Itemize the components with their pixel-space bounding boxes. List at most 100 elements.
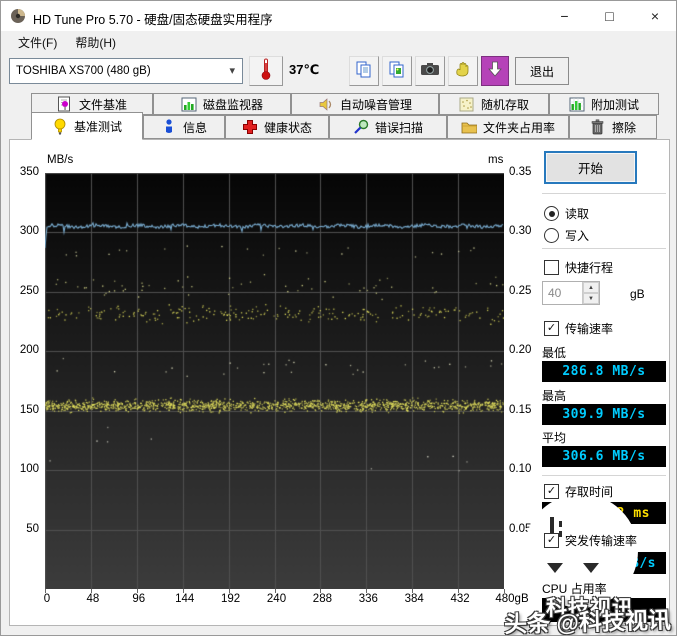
- app-icon: [10, 8, 26, 24]
- tab-label: 基准测试: [73, 119, 122, 134]
- max-value-display: 309.9 MB/s: [542, 404, 666, 425]
- menu-file[interactable]: 文件(F): [9, 31, 66, 54]
- close-button[interactable]: ×: [632, 1, 676, 31]
- y-right-tick: 0.25: [509, 284, 532, 297]
- tab-label: 自动噪音管理: [339, 97, 412, 112]
- info-icon: [161, 119, 177, 135]
- min-label: 最低: [542, 346, 567, 360]
- hand-icon: [454, 60, 472, 83]
- checkbox-unchecked-icon: [544, 260, 559, 275]
- folder-icon: [461, 119, 477, 135]
- y-right-tick: 0.10: [509, 463, 532, 476]
- camera-icon: [420, 61, 440, 82]
- stepper-up-button[interactable]: ▲: [583, 282, 599, 293]
- tab-benchmark[interactable]: 基准测试: [31, 112, 143, 140]
- write-label: 写入: [565, 229, 590, 243]
- start-button[interactable]: 开始: [544, 151, 637, 184]
- tab-extra-tests[interactable]: 附加测试: [549, 93, 659, 115]
- x-tickmark: [90, 589, 92, 593]
- transfer-rate-label: 传输速率: [565, 322, 614, 336]
- read-radio[interactable]: 读取: [544, 205, 589, 222]
- copy-image-button[interactable]: [382, 56, 412, 86]
- tab-info[interactable]: 信息: [143, 115, 225, 139]
- aam-button[interactable]: [448, 56, 478, 86]
- burst-rate-checkbox[interactable]: ✓ 突发传输速率: [544, 532, 637, 549]
- x-tick: 0: [43, 593, 51, 605]
- divider: [542, 193, 666, 194]
- tab-label: 文件夹占用率: [482, 120, 555, 135]
- short-stroke-checkbox[interactable]: 快捷行程: [544, 259, 613, 276]
- tab-disk-monitor[interactable]: 磁盘监视器: [153, 93, 291, 115]
- exit-button[interactable]: 退出: [515, 57, 569, 85]
- checkbox-checked-icon: ✓: [544, 533, 559, 548]
- menu-help[interactable]: 帮助(H): [66, 31, 125, 54]
- temperature-button[interactable]: [249, 56, 283, 86]
- radio-selected-icon: [544, 206, 559, 221]
- save-results-button[interactable]: [481, 56, 509, 86]
- trash-icon: [590, 119, 606, 135]
- tab-health[interactable]: 健康状态: [225, 115, 329, 139]
- divider: [542, 248, 666, 249]
- y-left-tick: 350: [19, 166, 39, 178]
- tab-label: 文件基准: [78, 97, 127, 112]
- tab-random-access[interactable]: 随机存取: [439, 93, 549, 115]
- tab-label: 健康状态: [263, 120, 312, 135]
- exit-label: 退出: [529, 64, 554, 79]
- speaker-icon: [318, 96, 334, 112]
- screenshot-button[interactable]: [415, 56, 445, 86]
- temperature-value: 37℃: [289, 62, 320, 77]
- drive-select[interactable]: TOSHIBA XS700 (480 gB) ▾: [9, 58, 243, 84]
- maximize-button[interactable]: □: [587, 1, 632, 31]
- y-left-tick: 150: [19, 403, 39, 416]
- watermark-text: 头条 @科技视讯: [503, 606, 672, 636]
- tab-label: 擦除: [611, 120, 636, 135]
- avg-value-display: 306.6 MB/s: [542, 446, 666, 467]
- short-stroke-size-stepper[interactable]: 40 ▲ ▼: [542, 281, 600, 305]
- title-bar[interactable]: HD Tune Pro 5.70 - 硬盘/固态硬盘实用程序 − □ ×: [1, 1, 676, 31]
- tab-error-scan[interactable]: 错误扫描: [329, 115, 447, 139]
- y-left-tick: 100: [19, 463, 39, 476]
- x-tick: 144: [175, 593, 195, 605]
- transfer-rate-checkbox[interactable]: ✓ 传输速率: [544, 320, 613, 337]
- max-value: 309.9 MB/s: [562, 407, 646, 422]
- menu-bar: 文件(F) 帮助(H): [1, 31, 676, 54]
- y-left-axis-label: MB/s: [47, 154, 74, 166]
- y-left-tick: 200: [19, 344, 39, 357]
- x-tickmark: [412, 589, 414, 593]
- avg-label: 平均: [542, 431, 567, 445]
- tab-aam[interactable]: 自动噪音管理: [291, 93, 439, 115]
- chevron-down-icon: ▾: [229, 65, 235, 77]
- divider: [542, 475, 666, 476]
- minimize-button[interactable]: −: [542, 1, 587, 31]
- tab-erase[interactable]: 擦除: [569, 115, 657, 139]
- x-tick: 480gB: [495, 593, 529, 605]
- arrow-down-icon: [487, 60, 503, 83]
- x-tick: 192: [221, 593, 241, 605]
- x-tickmark: [366, 589, 368, 593]
- stepper-down-button[interactable]: ▼: [583, 293, 599, 304]
- copy-text-icon: [355, 60, 373, 83]
- y-left-tick: 250: [19, 284, 39, 297]
- magnifier-icon: [353, 119, 369, 135]
- benchmark-chart: [45, 173, 504, 589]
- x-tickmark: [45, 589, 46, 593]
- thermometer-icon: [260, 57, 272, 86]
- drive-select-value: TOSHIBA XS700 (480 gB): [16, 65, 151, 77]
- checkbox-checked-icon: ✓: [544, 321, 559, 336]
- x-tickmark: [182, 589, 184, 593]
- y-right-tick: 0.20: [509, 344, 532, 357]
- bulb-icon: [52, 118, 68, 135]
- copy-text-button[interactable]: [349, 56, 379, 86]
- tab-folder-usage[interactable]: 文件夹占用率: [447, 115, 569, 139]
- short-stroke-label: 快捷行程: [565, 261, 614, 275]
- write-radio[interactable]: 写入: [544, 227, 589, 244]
- radio-icon: [544, 228, 559, 243]
- max-label: 最高: [542, 389, 567, 403]
- x-tickmark: [504, 589, 505, 593]
- y-right-axis-label: ms: [488, 154, 504, 166]
- copy-image-icon: [388, 60, 406, 83]
- short-stroke-unit: gB: [630, 287, 645, 301]
- access-time-checkbox[interactable]: ✓ 存取时间: [544, 483, 613, 500]
- tab-label: 错误扫描: [374, 120, 423, 135]
- random-access-icon: [459, 96, 475, 112]
